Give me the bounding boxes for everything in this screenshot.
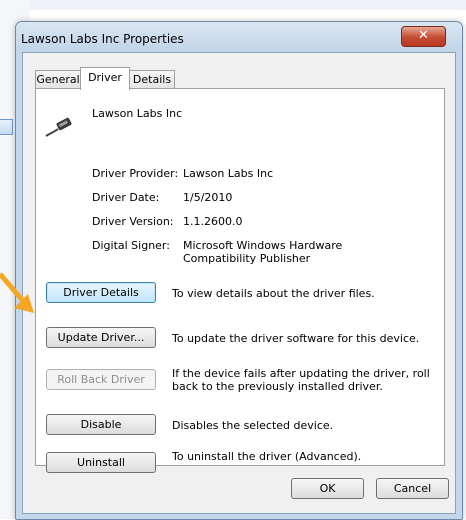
disable-description: Disables the selected device. — [172, 419, 334, 432]
window-title: Lawson Labs Inc Properties — [21, 32, 184, 46]
update-driver-button[interactable]: Update Driver... — [46, 327, 156, 348]
close-button[interactable]: ✕ — [401, 26, 446, 47]
usb-cable-icon — [45, 117, 72, 137]
close-icon: ✕ — [418, 28, 429, 43]
cancel-button[interactable]: Cancel — [376, 478, 449, 499]
title-bar[interactable]: Lawson Labs Inc Properties ✕ — [16, 22, 462, 52]
driver-provider-value: Lawson Labs Inc — [183, 167, 274, 180]
annotation-arrow-icon — [0, 272, 34, 313]
digital-signer-label: Digital Signer: — [92, 239, 170, 252]
roll-back-driver-description: If the device fails after updating the d… — [172, 367, 430, 393]
uninstall-description: To uninstall the driver (Advanced). — [172, 450, 362, 463]
digital-signer-value: Microsoft Windows Hardware Compatibility… — [183, 239, 343, 265]
ok-button[interactable]: OK — [291, 478, 364, 499]
update-driver-description: To update the driver software for this d… — [172, 332, 420, 345]
driver-version-value: 1.1.2600.0 — [183, 215, 243, 228]
background-window-button — [0, 119, 13, 135]
tab-details[interactable]: Details — [129, 70, 175, 89]
disable-button[interactable]: Disable — [46, 414, 156, 435]
background-window-top — [0, 0, 466, 10]
driver-version-label: Driver Version: — [92, 215, 174, 228]
driver-provider-label: Driver Provider: — [92, 167, 179, 180]
tab-driver[interactable]: Driver — [80, 67, 130, 90]
driver-details-description: To view details about the driver files. — [172, 287, 375, 300]
tab-general[interactable]: General — [35, 70, 81, 89]
driver-date-value: 1/5/2010 — [183, 191, 233, 204]
dialog-client-area: General Driver Details Lawson Labs Inc D… — [22, 52, 456, 514]
driver-tab-panel: Lawson Labs Inc Driver Provider: Lawson … — [35, 88, 445, 473]
device-name: Lawson Labs Inc — [92, 107, 183, 120]
driver-details-button[interactable]: Driver Details — [46, 282, 156, 303]
driver-date-label: Driver Date: — [92, 191, 160, 204]
properties-dialog: Lawson Labs Inc Properties ✕ General Dri… — [15, 21, 463, 520]
roll-back-driver-button[interactable]: Roll Back Driver — [46, 369, 156, 390]
uninstall-button[interactable]: Uninstall — [46, 452, 156, 473]
